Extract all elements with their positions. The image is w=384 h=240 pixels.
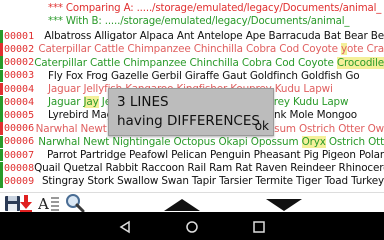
line-text: Narwhal Newt Nightingale Octopus Okapi O… [38,135,384,148]
text-segment: Caterpillar Cattle Chimpanzee Chinchilla… [38,43,342,56]
line-text: Caterpillar Cattle Chimpanzee Chinchilla… [38,43,384,56]
android-nav-bar [0,212,384,240]
diff-line: 00008 Quail Quetzal Rabbit Raccoon Rail R… [0,162,384,175]
line-number: 00002 [4,57,35,69]
diff-line: 00002 Caterpillar Cattle Chimpanzee Chinc… [0,56,384,69]
differences-toast: 3 LINES having DIFFERENCES ok [108,88,274,136]
highlighted-difference: Crocodile [336,56,384,69]
highlighted-difference: Oryx [301,135,326,148]
diff-marker-bar [0,148,3,162]
diff-line: 00007 Parrot Partridge Peafowl Pelican Pe… [0,148,384,162]
back-icon[interactable] [118,219,132,234]
save-icon[interactable] [4,194,34,213]
diff-line: 00006Narwhal Newt Nightingale Octopus Ok… [0,135,384,149]
text-segment: Ostrich Ott [325,135,384,148]
header-line-a: *** Comparing A: ...../storage/emulated/… [0,2,384,15]
text-segment: Jaguar [48,96,84,109]
line-text: Albatross Alligator Alpaca Ant Antelope … [44,30,384,42]
text-segment: ote Cra [347,43,384,56]
diff-line: 00001 Albatross Alligator Alpaca Ant Ante… [0,30,384,43]
line-number: 00001 [4,30,35,42]
diff-marker-bar [0,96,3,109]
diff-marker-bar [0,30,3,43]
diff-marker-bar [0,109,3,122]
diff-marker-bar [0,122,3,135]
diff-marker-bar [0,69,3,83]
recents-icon[interactable] [252,219,266,233]
diff-line: 00009 Stingray Stork Swallow Swan Tapir T… [0,175,384,188]
line-number: 00004 [4,96,35,108]
line-number: 00002 [4,43,35,55]
diff-line: 00003 Fly Fox Frog Gazelle Gerbil Giraffe… [0,69,384,83]
bottom-toolbar: A [0,192,384,213]
diff-marker-bar [0,56,3,69]
line-number: 00006 [4,123,35,135]
compare-b-path: *** With B: ...../storage/emulated/legac… [48,15,350,27]
diff-marker-bar [0,175,3,188]
text-segment: Narwhal Newt Nightingale Octopus Okapi O… [38,135,302,148]
text-segment: Quail Quetzal Rabbit Raccoon Rail Ram Ra… [34,162,384,175]
line-text: Fly Fox Frog Gazelle Gerbil Giraffe Gaut… [48,70,360,82]
line-number: 00005 [4,109,35,121]
toast-ok-button[interactable]: ok [255,119,269,133]
text-segment: Stingray Stork Swallow Swan Tapir Tarsie… [41,175,384,188]
diff-marker-bar [0,135,3,149]
line-number: 00004 [4,83,35,95]
line-text: Caterpillar Cattle Chimpanzee Chinchilla… [34,56,384,69]
diff-marker-bar [0,43,3,56]
diff-marker-bar [0,82,3,96]
compare-a-path: *** Comparing A: ...../storage/emulated/… [48,2,382,14]
search-icon[interactable] [64,193,86,213]
line-number: 00007 [4,149,35,161]
highlighted-difference: Jay [83,96,99,109]
diff-view[interactable]: *** Comparing A: ...../storage/emulated/… [0,0,384,192]
next-difference-button[interactable] [262,197,306,211]
line-number: 00006 [4,136,35,148]
font-size-icon[interactable]: A [37,194,60,213]
header-line-b: *** With B: ...../storage/emulated/legac… [0,15,384,28]
text-segment: Parrot Partridge Peafowl Pelican Penguin… [46,149,384,162]
toast-line-count: 3 LINES [117,94,169,110]
toast-message: having DIFFERENCES [117,113,260,129]
diff-marker-bar [0,162,3,175]
line-number: 00009 [4,175,35,187]
diff-line: 00002 Caterpillar Cattle Chimpanzee Chinc… [0,43,384,56]
text-segment: Caterpillar Cattle Chimpanzee Chinchilla… [34,56,337,69]
text-segment: Fly Fox Frog Gazelle Gerbil Giraffe Gaut… [48,69,360,82]
line-number: 00003 [4,70,35,82]
home-icon[interactable] [185,219,199,233]
svg-text:A: A [38,195,49,213]
line-text: Quail Quetzal Rabbit Raccoon Rail Ram Ra… [34,162,384,174]
line-number: 00008 [4,162,35,174]
line-text: Parrot Partridge Peafowl Pelican Penguin… [47,149,384,161]
text-segment: Albatross Alligator Alpaca Ant Antelope … [44,30,384,43]
line-text: Stingray Stork Swallow Swan Tapir Tarsie… [42,175,384,187]
previous-difference-button[interactable] [160,197,204,211]
